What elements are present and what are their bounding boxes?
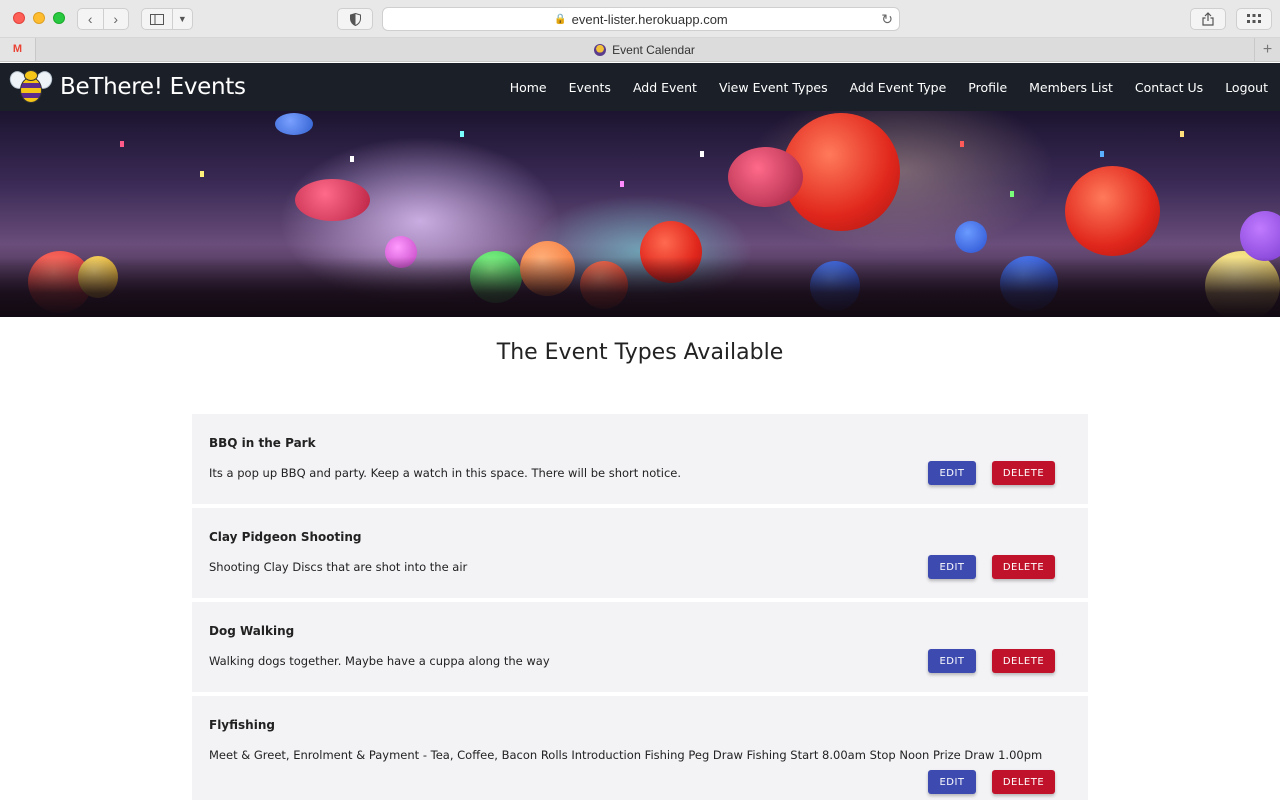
back-icon[interactable]: ‹ bbox=[78, 9, 104, 29]
delete-button[interactable]: DELETE bbox=[992, 649, 1055, 673]
reload-icon[interactable]: ↻ bbox=[881, 11, 893, 28]
shield-icon bbox=[349, 12, 361, 26]
new-tab-icon[interactable]: + bbox=[1254, 38, 1280, 61]
delete-button[interactable]: DELETE bbox=[992, 770, 1055, 794]
privacy-shield-button[interactable] bbox=[337, 8, 373, 30]
event-type-name: BBQ in the Park bbox=[209, 436, 316, 450]
event-type-card: BBQ in the Park Its a pop up BBQ and par… bbox=[192, 414, 1088, 504]
event-type-description: Its a pop up BBQ and party. Keep a watch… bbox=[209, 466, 682, 480]
event-type-card: Clay Pidgeon Shooting Shooting Clay Disc… bbox=[192, 508, 1088, 598]
event-types-list: BBQ in the Park Its a pop up BBQ and par… bbox=[192, 414, 1088, 800]
forward-icon[interactable]: › bbox=[104, 9, 129, 29]
nav-members-list[interactable]: Members List bbox=[1029, 80, 1113, 95]
tab-title: Event Calendar bbox=[612, 42, 695, 57]
site-navbar: BeThere! Events Home Events Add Event Vi… bbox=[0, 63, 1280, 111]
sidebar-toggle: ▼ bbox=[141, 8, 193, 30]
nav-view-event-types[interactable]: View Event Types bbox=[719, 80, 828, 95]
bee-logo-icon bbox=[6, 68, 56, 105]
event-type-name: Flyfishing bbox=[209, 718, 275, 732]
edit-button[interactable]: EDIT bbox=[928, 461, 976, 485]
history-nav: ‹ › bbox=[77, 8, 129, 30]
edit-button[interactable]: EDIT bbox=[928, 555, 976, 579]
nav-profile[interactable]: Profile bbox=[968, 80, 1007, 95]
sidebar-icon[interactable] bbox=[142, 9, 173, 29]
delete-button[interactable]: DELETE bbox=[992, 461, 1055, 485]
brand-link[interactable]: BeThere! Events bbox=[6, 68, 246, 105]
url-text: event-lister.herokuapp.com bbox=[571, 11, 728, 27]
event-type-card: Dog Walking Walking dogs together. Maybe… bbox=[192, 602, 1088, 692]
hero-banner-image bbox=[0, 111, 1280, 317]
delete-button[interactable]: DELETE bbox=[992, 555, 1055, 579]
nav-menu: Home Events Add Event View Event Types A… bbox=[488, 63, 1268, 111]
address-bar[interactable]: 🔒 event-lister.herokuapp.com ↻ bbox=[382, 7, 900, 31]
nav-events[interactable]: Events bbox=[569, 80, 611, 95]
share-button[interactable] bbox=[1190, 8, 1226, 30]
nav-contact-us[interactable]: Contact Us bbox=[1135, 80, 1203, 95]
nav-add-event[interactable]: Add Event bbox=[633, 80, 697, 95]
edit-button[interactable]: EDIT bbox=[928, 770, 976, 794]
brand-name: BeThere! Events bbox=[60, 74, 246, 100]
lock-icon: 🔒 bbox=[554, 13, 567, 25]
share-icon bbox=[1202, 12, 1214, 26]
event-type-card: Flyfishing Meet & Greet, Enrolment & Pay… bbox=[192, 696, 1088, 800]
chevron-down-icon[interactable]: ▼ bbox=[173, 9, 192, 29]
tab-bar: M Event Calendar + bbox=[0, 38, 1280, 62]
event-type-description: Meet & Greet, Enrolment & Payment - Tea,… bbox=[209, 748, 1043, 762]
page-title: The Event Types Available bbox=[496, 340, 784, 365]
event-type-name: Clay Pidgeon Shooting bbox=[209, 530, 362, 544]
event-type-description: Walking dogs together. Maybe have a cupp… bbox=[209, 654, 550, 668]
tab-overview-button[interactable] bbox=[1236, 8, 1272, 30]
bee-favicon-icon bbox=[594, 43, 607, 56]
browser-toolbar: ‹ › ▼ 🔒 event-lister.herokuapp.com ↻ bbox=[0, 0, 1280, 38]
nav-home[interactable]: Home bbox=[510, 80, 547, 95]
active-tab[interactable]: Event Calendar bbox=[36, 38, 1253, 61]
gmail-icon: M bbox=[12, 43, 23, 55]
event-type-description: Shooting Clay Discs that are shot into t… bbox=[209, 560, 468, 574]
nav-add-event-type[interactable]: Add Event Type bbox=[850, 80, 947, 95]
close-window-button[interactable] bbox=[13, 12, 25, 24]
nav-logout[interactable]: Logout bbox=[1225, 80, 1268, 95]
zoom-window-button[interactable] bbox=[53, 12, 65, 24]
pinned-tab-gmail[interactable]: M bbox=[0, 38, 36, 61]
minimize-window-button[interactable] bbox=[33, 12, 45, 24]
grid-icon bbox=[1247, 14, 1261, 23]
edit-button[interactable]: EDIT bbox=[928, 649, 976, 673]
event-type-name: Dog Walking bbox=[209, 624, 295, 638]
